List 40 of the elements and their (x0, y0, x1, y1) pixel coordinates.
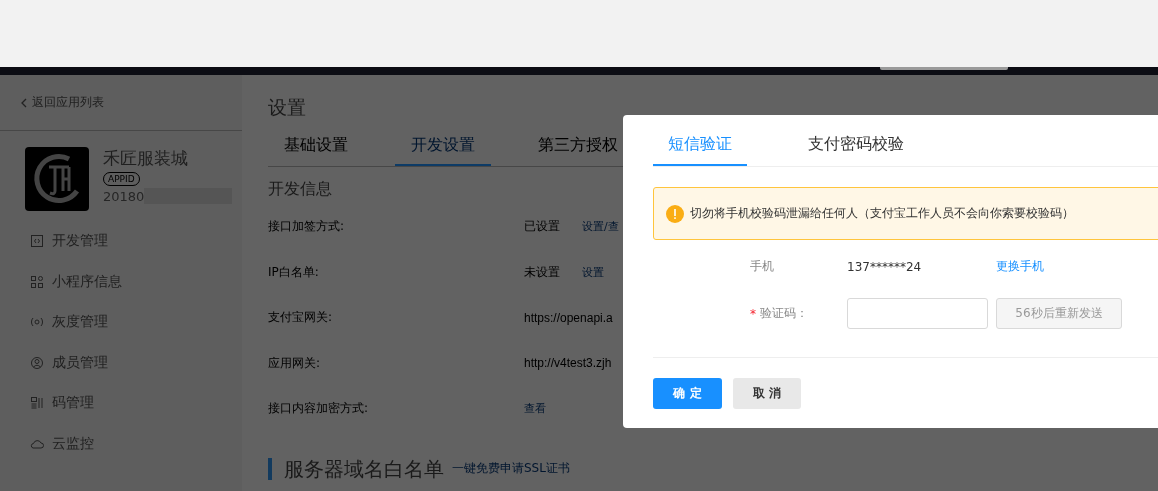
required-mark: * (750, 306, 756, 321)
user-icon (30, 355, 44, 370)
back-link[interactable]: 返回应用列表 (0, 75, 242, 131)
field-value: 已设置 (524, 218, 560, 236)
section-title: 开发信息 (268, 179, 333, 200)
settings-tab[interactable]: 开发设置 (395, 135, 491, 166)
app-logo (25, 147, 89, 211)
confirm-button[interactable]: 确 定 (653, 378, 722, 409)
change-phone-link[interactable]: 更换手机 (996, 258, 1044, 275)
phone-number: 137******24 (847, 259, 922, 274)
dialog-tab[interactable]: 短信验证 (653, 134, 747, 166)
chevron-left-icon (20, 97, 28, 108)
field-label: 接口加签方式: (268, 218, 346, 236)
phone-label: 手机 (750, 258, 774, 275)
ssl-link[interactable]: 一键免费申请SSL证书 (452, 460, 570, 477)
warning-icon (666, 204, 684, 223)
code-icon (30, 234, 44, 249)
code-input[interactable] (847, 298, 988, 329)
field-link[interactable]: 查看 (524, 401, 582, 417)
field-label: 应用网关: (268, 354, 322, 372)
sidebar-item[interactable]: 云监控 (0, 423, 242, 464)
code-label: 验证码： (760, 305, 808, 322)
qr-icon (30, 396, 44, 411)
warning-text: 切勿将手机校验码泄漏给任何人（支付宝工作人员不会向你索要校验码） (690, 205, 1074, 222)
field-link[interactable]: 设置/查 (582, 219, 622, 235)
app-name: 禾匠服装城 (103, 147, 189, 170)
page-title: 设置 (268, 95, 307, 120)
sidebar-item[interactable]: 小程序信息 (0, 261, 242, 302)
field-label: 支付宝网关: (268, 309, 334, 327)
field-label: IP白名单: (268, 263, 320, 281)
settings-tab[interactable]: 基础设置 (268, 135, 364, 166)
field-value: 未设置 (524, 263, 560, 281)
field-link[interactable]: 设置 (582, 264, 622, 280)
grid-icon (30, 274, 44, 289)
appid-value: 20180 (103, 188, 145, 204)
field-value: https://openapi.a (524, 310, 613, 325)
section-heading: 服务器域名白名单 (268, 457, 444, 480)
dialog-tab[interactable]: 支付密码校验 (793, 134, 919, 166)
cancel-button[interactable]: 取 消 (733, 378, 801, 409)
field-label: 接口内容加密方式: (268, 400, 370, 418)
